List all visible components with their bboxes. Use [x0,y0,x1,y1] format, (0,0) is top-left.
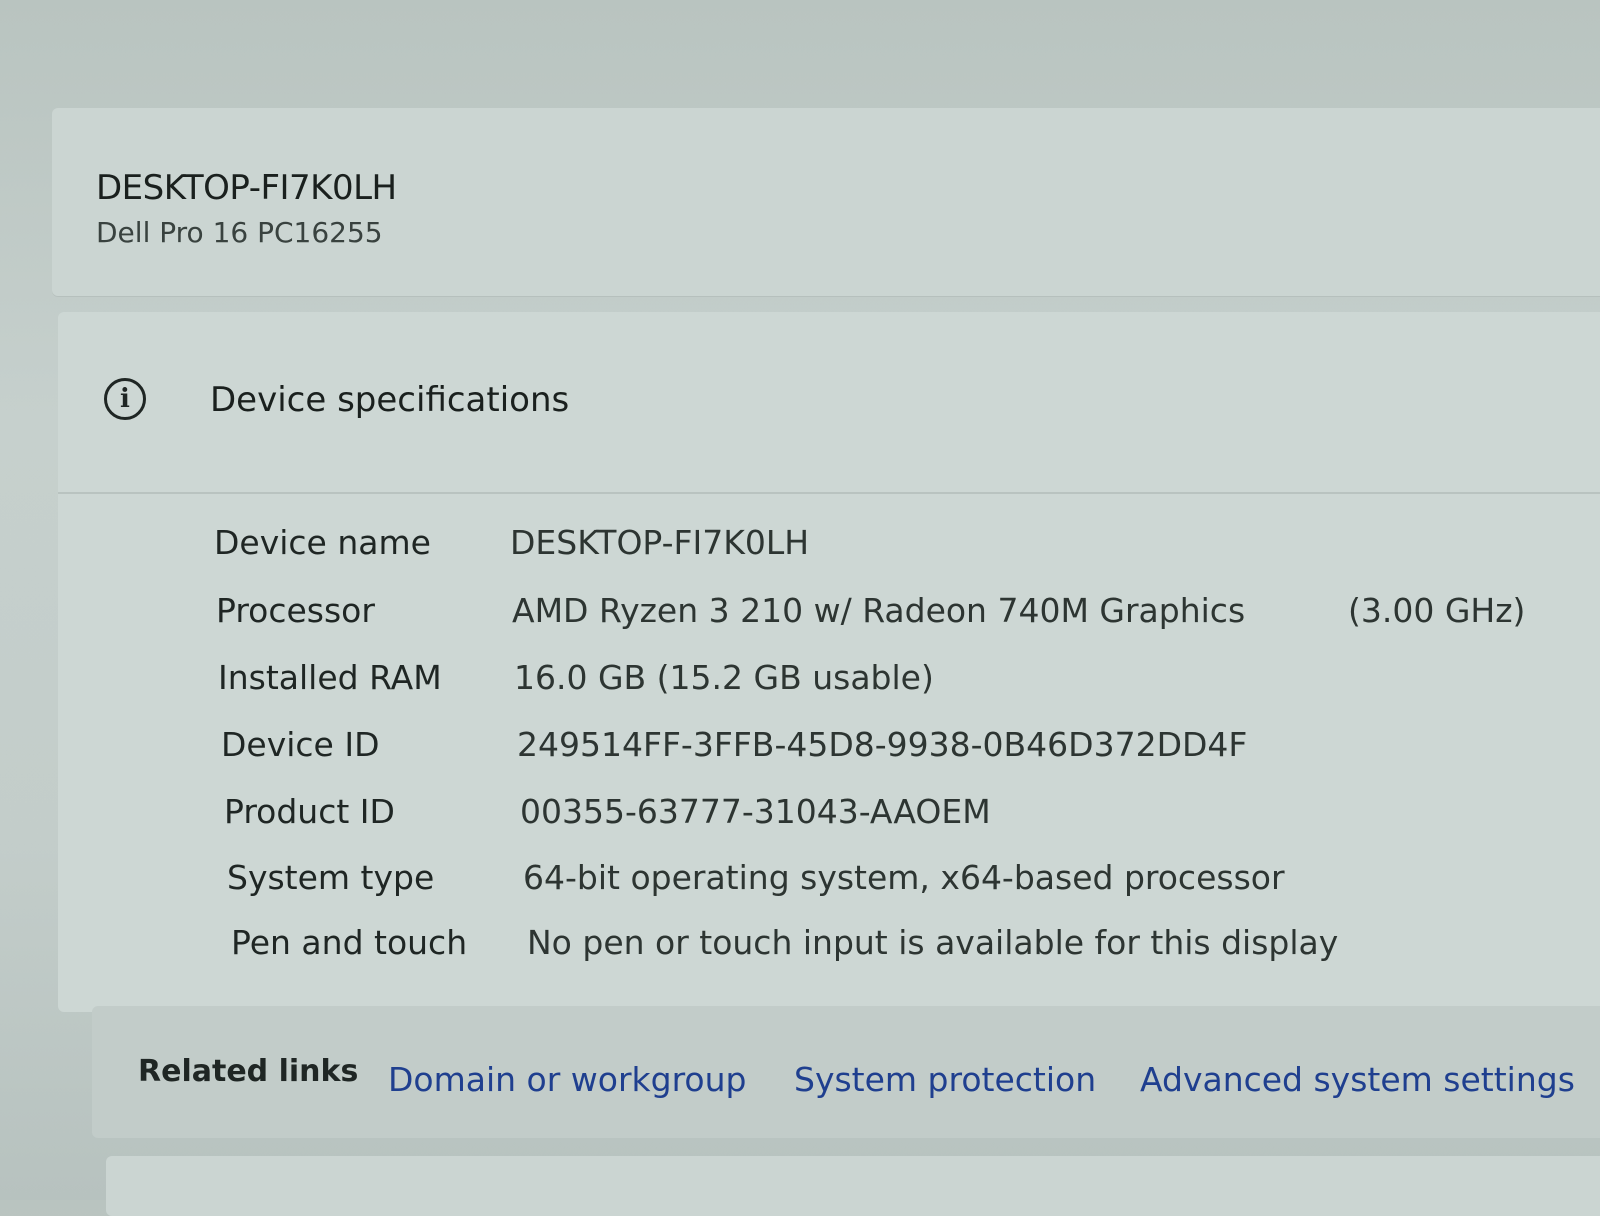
advanced-system-settings-link[interactable]: Advanced system settings [1140,1060,1575,1099]
spec-label: Device ID [221,724,380,764]
related-links-label: Related links [138,1054,359,1089]
device-header-card: DESKTOP-FI7K0LH Dell Pro 16 PC16255 [52,108,1600,296]
related-links-bar: Related links Domain or workgroup System… [92,1006,1600,1138]
next-section-card [106,1156,1600,1216]
spec-value: 00355-63777-31043-AAOEM [520,791,991,831]
device-model: Dell Pro 16 PC16255 [96,216,383,249]
spec-value: 16.0 GB (15.2 GB usable) [514,657,934,697]
device-specifications-title: Device specifications [210,380,570,420]
device-name-heading: DESKTOP-FI7K0LH [96,168,397,208]
spec-label: Processor [216,590,375,630]
spec-label: Pen and touch [231,922,468,962]
domain-or-workgroup-link[interactable]: Domain or workgroup [388,1060,747,1099]
spec-label: Installed RAM [218,657,442,697]
spec-value: No pen or touch input is available for t… [527,922,1339,962]
spec-label: Product ID [224,791,395,831]
info-icon: i [104,378,146,420]
system-protection-link[interactable]: System protection [794,1060,1096,1099]
device-specifications-header[interactable]: i Device specifications [58,312,1600,494]
spec-value: AMD Ryzen 3 210 w/ Radeon 740M Graphics [512,590,1246,630]
device-specifications-card: i Device specifications Device name DESK… [58,312,1600,1012]
spec-value: DESKTOP-FI7K0LH [510,522,810,562]
spec-label: Device name [214,522,431,562]
spec-value: 64-bit operating system, x64-based proce… [523,857,1285,897]
spec-label: System type [227,857,435,897]
processor-speed: (3.00 GHz) [1348,590,1526,630]
spec-value: 249514FF-3FFB-45D8-9938-0B46D372DD4F [517,724,1248,764]
